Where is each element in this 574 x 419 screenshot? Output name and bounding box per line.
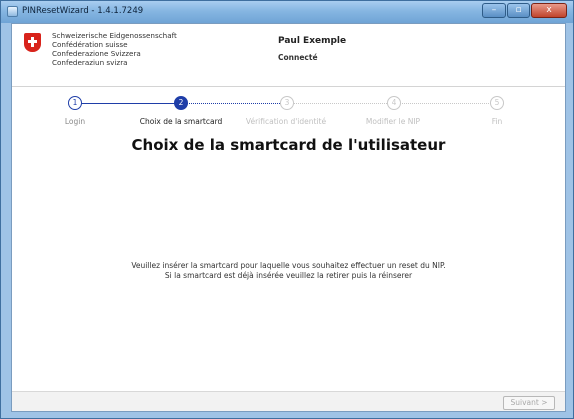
app-icon (7, 6, 18, 17)
instruction-line-1: Veuillez insérer la smartcard pour laque… (131, 261, 446, 270)
step-1-label: Login (64, 117, 86, 126)
step-connector (79, 103, 176, 104)
swiss-coat-of-arms-icon (24, 33, 41, 52)
org-line-de: Schweizerische Eidgenossenschaft (52, 31, 177, 40)
organization-name: Schweizerische Eidgenossenschaft Confédé… (52, 31, 177, 67)
step-1-indicator: 1 (68, 96, 82, 110)
step-connector (399, 103, 495, 104)
instructions: Veuillez insérer la smartcard pour laque… (12, 261, 565, 281)
step-connector (186, 103, 282, 104)
user-name: Paul Exemple (278, 36, 347, 46)
step-5-indicator: 5 (490, 96, 504, 110)
header: Schweizerische Eidgenossenschaft Confédé… (12, 24, 565, 87)
wizard-steps: 1 2 3 4 5 Login Choix de la smartcard Vé… (12, 88, 565, 128)
user-status: Connecté (278, 53, 318, 62)
wizard-content: Schweizerische Eidgenossenschaft Confédé… (11, 23, 566, 412)
instruction-line-2: Si la smartcard est déjà insérée veuille… (164, 271, 413, 280)
title-bar[interactable]: PINResetWizard - 1.4.1.7249 – ▫ x (1, 1, 573, 23)
step-4-indicator: 4 (387, 96, 401, 110)
page-title: Choix de la smartcard de l'utilisateur (131, 136, 446, 154)
step-5-label: Fin (491, 117, 503, 126)
org-line-it: Confederazione Svizzera (52, 49, 141, 58)
org-line-fr: Confédération suisse (52, 40, 128, 49)
close-button[interactable]: x (531, 3, 567, 18)
window-title: PINResetWizard - 1.4.1.7249 (22, 6, 144, 16)
step-2-indicator: 2 (174, 96, 188, 110)
step-4-label: Modifier le NIP (365, 117, 421, 126)
next-button[interactable]: Suivant > (503, 396, 555, 410)
maximize-button[interactable]: ▫ (507, 3, 530, 18)
footer-bar: Suivant > (12, 391, 565, 411)
step-3-indicator: 3 (280, 96, 294, 110)
step-3-label: Vérification d'identité (245, 117, 327, 126)
step-connector (292, 103, 389, 104)
app-window: PINResetWizard - 1.4.1.7249 – ▫ x Schwei… (0, 0, 574, 419)
minimize-button[interactable]: – (482, 3, 506, 18)
step-2-label: Choix de la smartcard (139, 117, 223, 126)
org-line-rm: Confederaziun svizra (52, 58, 128, 67)
